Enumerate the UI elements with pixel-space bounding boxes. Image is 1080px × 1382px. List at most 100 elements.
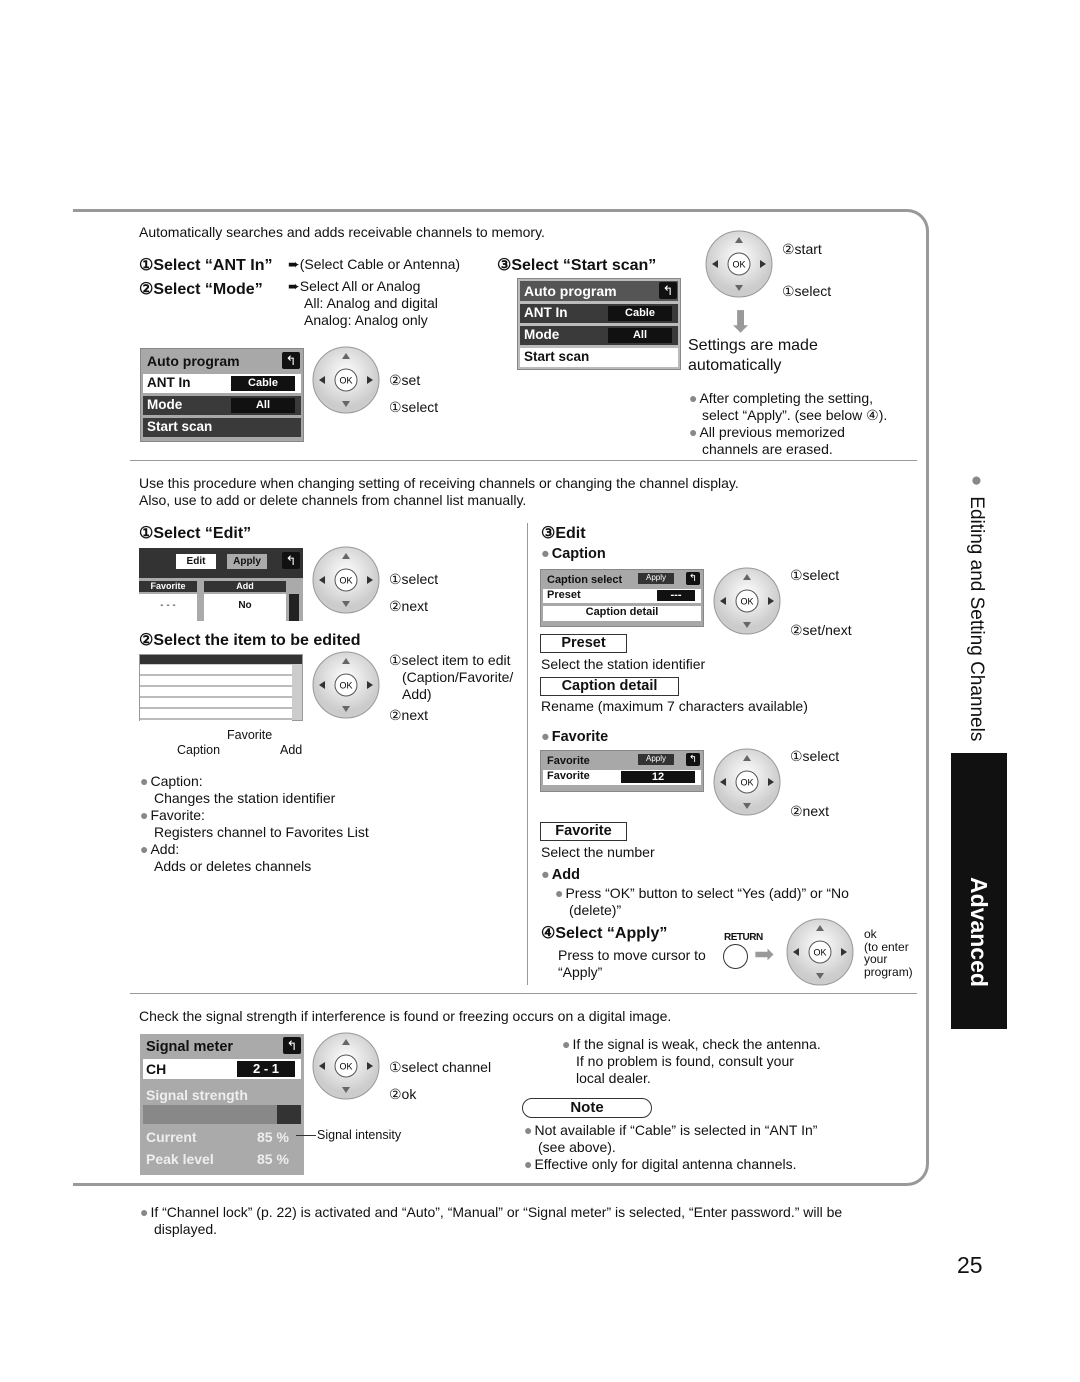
remote-dial-icon: OK	[312, 546, 380, 614]
menu-row-caption-detail[interactable]: Caption detail	[543, 606, 701, 621]
remote-dial-icon: OK	[705, 230, 773, 298]
remote-dial[interactable]: OK	[786, 918, 854, 986]
column-header: Add	[204, 581, 286, 592]
remote-dial[interactable]: OK	[705, 230, 773, 298]
signal-notes: If the signal is weak, check the antenna…	[562, 1036, 821, 1087]
svg-text:OK: OK	[339, 376, 352, 386]
menu-row-favorite[interactable]: Favorite 12	[543, 770, 701, 785]
edit-button[interactable]: Edit	[176, 554, 216, 569]
apply-description: Press to move cursor to “Apply”	[558, 947, 706, 980]
dial-label-set-next: ②set/next	[790, 622, 852, 638]
menu-row-start-scan[interactable]: Start scan	[143, 418, 301, 437]
footer-note: If “Channel lock” (p. 22) is activated a…	[140, 1204, 842, 1238]
preset-description: Select the station identifier	[541, 656, 706, 672]
apply-button[interactable]: Apply	[227, 554, 267, 569]
caption-heading: Caption	[541, 546, 606, 562]
signal-intro: Check the signal strength if interferenc…	[139, 1008, 672, 1024]
return-icon[interactable]: ↰	[283, 1037, 301, 1054]
cell[interactable]: No	[204, 594, 286, 621]
note-heading: Note	[522, 1098, 652, 1118]
svg-text:OK: OK	[339, 576, 352, 586]
svg-text:OK: OK	[813, 948, 826, 958]
preset-label-box: Preset	[540, 634, 627, 653]
auto-program-menu-scan: Auto program ↰ ANT In Cable Mode All Start …	[517, 278, 681, 370]
menu-title: Auto program	[520, 281, 678, 301]
divider	[130, 993, 917, 994]
caption-select-menu: Caption select Apply ↰ Preset --- Caption…	[540, 569, 704, 627]
menu-row-mode[interactable]: Mode All	[520, 326, 678, 345]
apply-button[interactable]: Apply	[638, 754, 674, 765]
apply-button[interactable]: Apply	[638, 573, 674, 584]
advanced-tab: Advanced	[951, 753, 1007, 1029]
return-icon[interactable]: ↰	[686, 753, 700, 766]
caption-detail-label-box: Caption detail	[540, 677, 679, 696]
remote-dial[interactable]: OK	[713, 567, 781, 635]
note-items: Not available if “Cable” is selected in …	[524, 1122, 817, 1173]
remote-dial[interactable]: OK	[312, 651, 380, 719]
step-mode: ②Select “Mode”	[139, 281, 263, 298]
menu-row-ant-in[interactable]: ANT In Cable	[143, 374, 301, 393]
return-icon[interactable]: ↰	[282, 552, 300, 569]
remote-dial-icon: OK	[713, 567, 781, 635]
dial-label-start: ②start	[782, 241, 822, 257]
current-value: 85 %	[257, 1129, 289, 1145]
return-button-icon[interactable]	[723, 944, 748, 969]
callout-favorite: Favorite	[227, 728, 273, 742]
auto-intro: Automatically searches and adds receivab…	[139, 224, 545, 240]
remote-dial-icon: OK	[786, 918, 854, 986]
section-label: ● Editing and Setting Channels	[966, 470, 987, 742]
scrollbar[interactable]	[289, 594, 299, 621]
current-label: Current	[146, 1129, 197, 1145]
menu-title: Favorite	[547, 755, 590, 767]
remote-dial[interactable]: OK	[713, 748, 781, 816]
signal-meter-menu: Signal meter ↰ CH 2 - 1 Signal strength C…	[140, 1034, 304, 1175]
svg-text:OK: OK	[740, 778, 753, 788]
channel-list-thumbnail	[139, 654, 303, 721]
dial-label-select: ①select	[790, 748, 840, 764]
add-description: Press “OK” button to select “Yes (add)” …	[555, 885, 849, 919]
remote-dial-icon: OK	[312, 651, 380, 719]
remote-dial[interactable]: OK	[312, 546, 380, 614]
menu-row-ch[interactable]: CH 2 - 1	[143, 1059, 301, 1079]
auto-notes: After completing the setting,select “App…	[689, 390, 887, 458]
signal-strength-fill	[143, 1105, 278, 1124]
callout-caption: Caption	[177, 743, 221, 757]
step-ant-in: ①Select “ANT In”	[139, 257, 273, 274]
menu-row-ant-in[interactable]: ANT In Cable	[520, 304, 678, 323]
dial-label-select: ①select	[389, 399, 439, 415]
edit-bullets: Caption:Changes the station identifier F…	[140, 773, 369, 875]
divider	[130, 460, 917, 461]
signal-strength-bar	[143, 1105, 301, 1124]
step-select-edit: ①Select “Edit”	[139, 525, 252, 542]
return-icon[interactable]: ↰	[282, 352, 300, 369]
ok-notes: ok (to enter your program)	[864, 927, 913, 979]
return-icon[interactable]: ↰	[686, 572, 700, 585]
return-icon[interactable]: ↰	[659, 282, 677, 299]
step-edit: ③Edit	[541, 525, 586, 542]
menu-row-preset[interactable]: Preset ---	[543, 589, 701, 603]
favorite-description: Select the number	[541, 844, 655, 860]
auto-result: Settings are made automatically	[688, 337, 818, 374]
step-mode-notes: ➨Select All or Analog All: Analog and dig…	[288, 278, 438, 328]
remote-dial-icon: OK	[312, 1032, 380, 1100]
caption-detail-description: Rename (maximum 7 characters available)	[541, 698, 808, 714]
peak-label: Peak level	[146, 1151, 214, 1167]
favorite-menu: Favorite Apply ↰ Favorite 12	[540, 750, 704, 792]
remote-dial[interactable]: OK	[312, 1032, 380, 1100]
dial-label-select-channel: ①select channel	[389, 1059, 492, 1075]
svg-text:OK: OK	[339, 1062, 352, 1072]
menu-row-start-scan[interactable]: Start scan	[520, 348, 678, 367]
menu-row-mode[interactable]: Mode All	[143, 396, 301, 415]
menu-title: Auto program	[147, 353, 240, 369]
remote-dial[interactable]: OK	[312, 346, 380, 414]
favorite-label-box: Favorite	[540, 822, 627, 841]
signal-strength-label: Signal strength	[146, 1087, 248, 1103]
callout-add: Add	[280, 743, 303, 757]
edit-menu: Edit Apply ↰ Favorite Add - - - No	[139, 548, 303, 621]
step-select-item: ②Select the item to be edited	[139, 632, 361, 649]
svg-text:OK: OK	[732, 260, 745, 270]
add-heading: Add	[541, 867, 580, 883]
step-ant-in-note: ➨(Select Cable or Antenna)	[288, 256, 461, 272]
remote-dial-icon: OK	[312, 346, 380, 414]
arrow-down-icon: ⬇	[728, 306, 754, 339]
